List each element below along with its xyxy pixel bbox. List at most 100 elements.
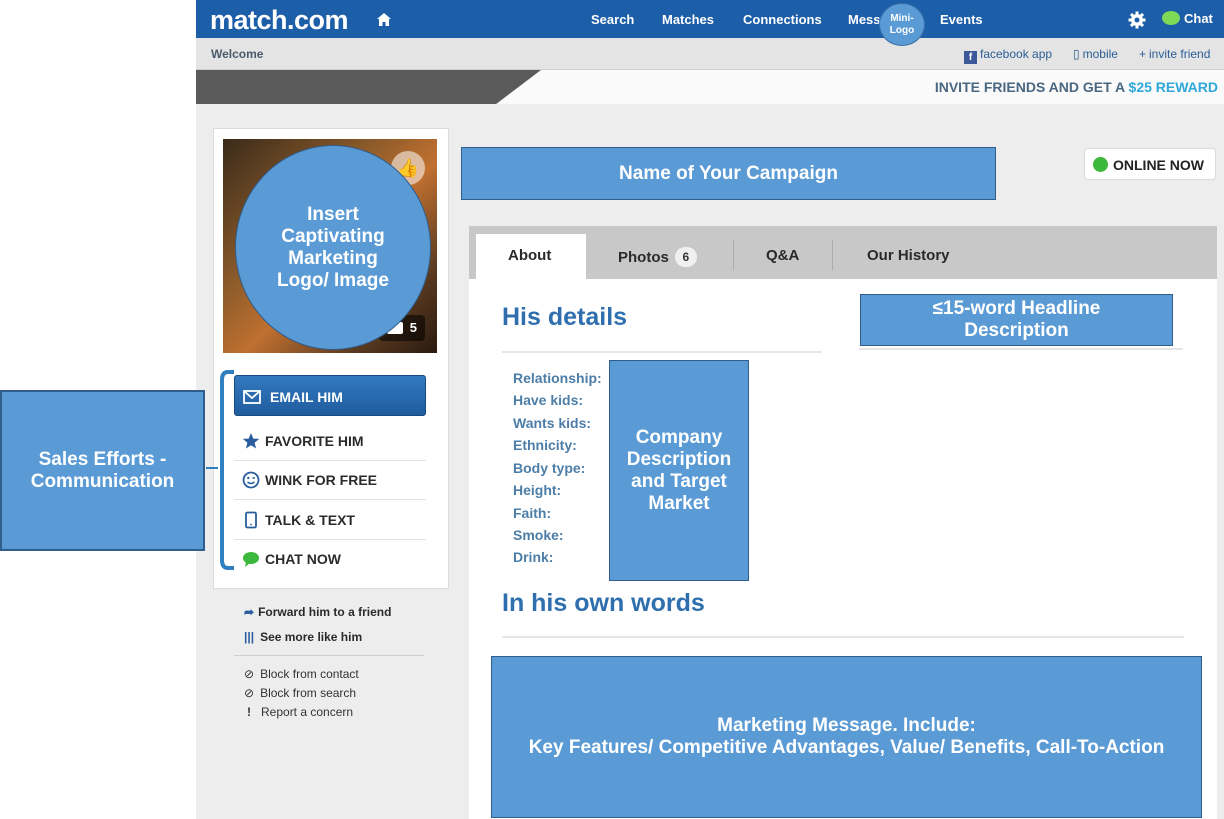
wink-for-free-label: WINK FOR FREE: [265, 472, 377, 488]
nav-search[interactable]: Search: [591, 12, 634, 27]
detail-relationship-label: Relationship:: [513, 370, 602, 386]
tab-our-history-label: Our History: [867, 247, 950, 264]
chat-bubble-icon: [1162, 11, 1180, 25]
online-dot-icon: [1093, 157, 1108, 172]
phone-icon: [245, 511, 257, 529]
bars-icon: |||: [244, 630, 255, 644]
sales-efforts-annotation: Sales Efforts - Communication: [0, 390, 205, 551]
facebook-app-link[interactable]: f facebook app: [964, 47, 1052, 64]
tab-photos-label: Photos: [618, 249, 669, 266]
block-icon: ⊘: [244, 667, 255, 681]
top-navbar: match.com Search Matches Connections Mes…: [196, 0, 1224, 38]
logo-image-annotation-text: Insert Captivating Marketing Logo/ Image: [277, 203, 389, 291]
block-icon: ⊘: [244, 686, 255, 700]
tab-photos[interactable]: Photos 6: [599, 234, 734, 279]
email-him-label: EMAIL HIM: [270, 389, 343, 405]
photo-count-value: 5: [409, 320, 417, 335]
marketing-message-annotation: Marketing Message. Include: Key Features…: [491, 656, 1202, 818]
detail-body-type-label: Body type:: [513, 460, 586, 476]
report-concern-label: Report a concern: [261, 705, 354, 719]
promo-text: INVITE FRIENDS AND GET A $25 REWARD: [935, 79, 1218, 95]
talk-and-text-label: TALK & TEXT: [265, 512, 355, 528]
plus-icon: +: [1139, 47, 1147, 61]
marketing-message-line2: Key Features/ Competitive Advantages, Va…: [528, 737, 1165, 758]
favorite-him-button[interactable]: FAVORITE HIM: [234, 422, 426, 460]
talk-and-text-button[interactable]: TALK & TEXT: [234, 501, 426, 539]
nav-events[interactable]: Events: [940, 12, 983, 27]
star-icon: [242, 433, 260, 449]
own-words-title: In his own words: [502, 589, 705, 617]
favorite-him-label: FAVORITE HIM: [265, 433, 364, 449]
home-icon[interactable]: [377, 13, 391, 26]
profile-tabs: About Photos 6 Q&A Our History: [469, 226, 1217, 279]
headline-annotation-text: ≤15-word Headline Description: [932, 298, 1101, 341]
forward-arrow-icon: ➦: [244, 605, 255, 619]
company-description-annotation-text: Company Description and Target Market: [626, 426, 732, 514]
bracket-connector: [206, 370, 234, 570]
block-contact-link[interactable]: ⊘ Block from contact: [244, 667, 359, 681]
block-search-label: Block from search: [260, 686, 357, 700]
invite-friend-label: invite friend: [1149, 47, 1211, 61]
detail-drink-label: Drink:: [513, 549, 554, 565]
detail-have-kids-label: Have kids:: [513, 392, 584, 408]
company-description-annotation: Company Description and Target Market: [609, 360, 749, 581]
tab-about-label: About: [508, 247, 552, 264]
tab-qa[interactable]: Q&A: [734, 234, 832, 279]
detail-faith-label: Faith:: [513, 505, 552, 521]
see-more-like-him-link[interactable]: ||| See more like him: [244, 630, 362, 644]
block-search-link[interactable]: ⊘ Block from search: [244, 686, 356, 700]
action-divider: [234, 499, 426, 500]
report-concern-link[interactable]: ! Report a concern: [244, 705, 353, 719]
photos-count-badge: 6: [674, 247, 697, 267]
mini-logo-placeholder: Mini-Logo: [879, 3, 925, 46]
logo-image-annotation: Insert Captivating Marketing Logo/ Image: [235, 145, 431, 350]
marketing-message-line1: Marketing Message. Include:: [717, 715, 976, 736]
mobile-icon: ▯: [1073, 47, 1080, 61]
chat-now-label: CHAT NOW: [265, 551, 341, 567]
welcome-text: Welcome: [211, 47, 264, 61]
wink-smiley-icon: [242, 471, 260, 489]
email-him-button[interactable]: EMAIL HIM: [234, 375, 426, 416]
promo-text-main: INVITE FRIENDS AND GET A: [934, 79, 1125, 95]
tab-about[interactable]: About: [476, 234, 586, 279]
mobile-link[interactable]: ▯ mobile: [1073, 47, 1118, 61]
promo-reward-amount: $25 REWARD: [1128, 79, 1218, 95]
online-now-badge: ONLINE NOW: [1084, 148, 1216, 180]
chat-now-button[interactable]: CHAT NOW: [234, 540, 426, 578]
sub-navbar: Welcome f facebook app ▯ mobile + invite fr…: [196, 38, 1224, 70]
promo-dark-band: [196, 70, 541, 104]
wink-for-free-button[interactable]: WINK FOR FREE: [234, 461, 426, 499]
gear-icon[interactable]: [1128, 11, 1146, 29]
headline-annotation: ≤15-word Headline Description: [860, 294, 1173, 346]
details-divider: [502, 351, 822, 353]
invite-friend-link[interactable]: + invite friend: [1139, 47, 1210, 61]
nav-matches[interactable]: Matches: [662, 12, 714, 27]
detail-wants-kids-label: Wants kids:: [513, 415, 592, 431]
detail-smoke-label: Smoke:: [513, 527, 564, 543]
his-details-title: His details: [502, 303, 628, 331]
chat-bubble-icon: [243, 552, 259, 567]
forward-him-label: Forward him to a friend: [258, 605, 392, 619]
screenshot-stage: match.com Search Matches Connections Mes…: [0, 0, 1224, 819]
envelope-icon: [243, 390, 261, 404]
nav-connections[interactable]: Connections: [743, 12, 822, 27]
chat-link[interactable]: Chat: [1162, 11, 1213, 26]
forward-him-link[interactable]: ➦ Forward him to a friend: [244, 605, 391, 619]
site-logo[interactable]: match.com: [210, 5, 349, 36]
tab-our-history[interactable]: Our History: [833, 234, 983, 279]
exclamation-icon: !: [247, 705, 251, 719]
facebook-icon: f: [964, 51, 977, 64]
tab-qa-label: Q&A: [766, 247, 800, 264]
own-words-divider: [502, 636, 1184, 638]
facebook-app-label: facebook app: [980, 47, 1053, 61]
chat-link-label: Chat: [1184, 11, 1213, 26]
headline-divider: [859, 348, 1183, 350]
campaign-name-annotation: Name of Your Campaign: [461, 147, 996, 200]
detail-ethnicity-label: Ethnicity:: [513, 437, 577, 453]
promo-banner[interactable]: INVITE FRIENDS AND GET A $25 REWARD: [196, 70, 1224, 104]
see-more-like-him-label: See more like him: [260, 630, 363, 644]
detail-height-label: Height:: [513, 482, 562, 498]
block-contact-label: Block from contact: [260, 667, 359, 681]
links-divider: [234, 655, 424, 656]
online-now-label: ONLINE NOW: [1113, 157, 1204, 173]
